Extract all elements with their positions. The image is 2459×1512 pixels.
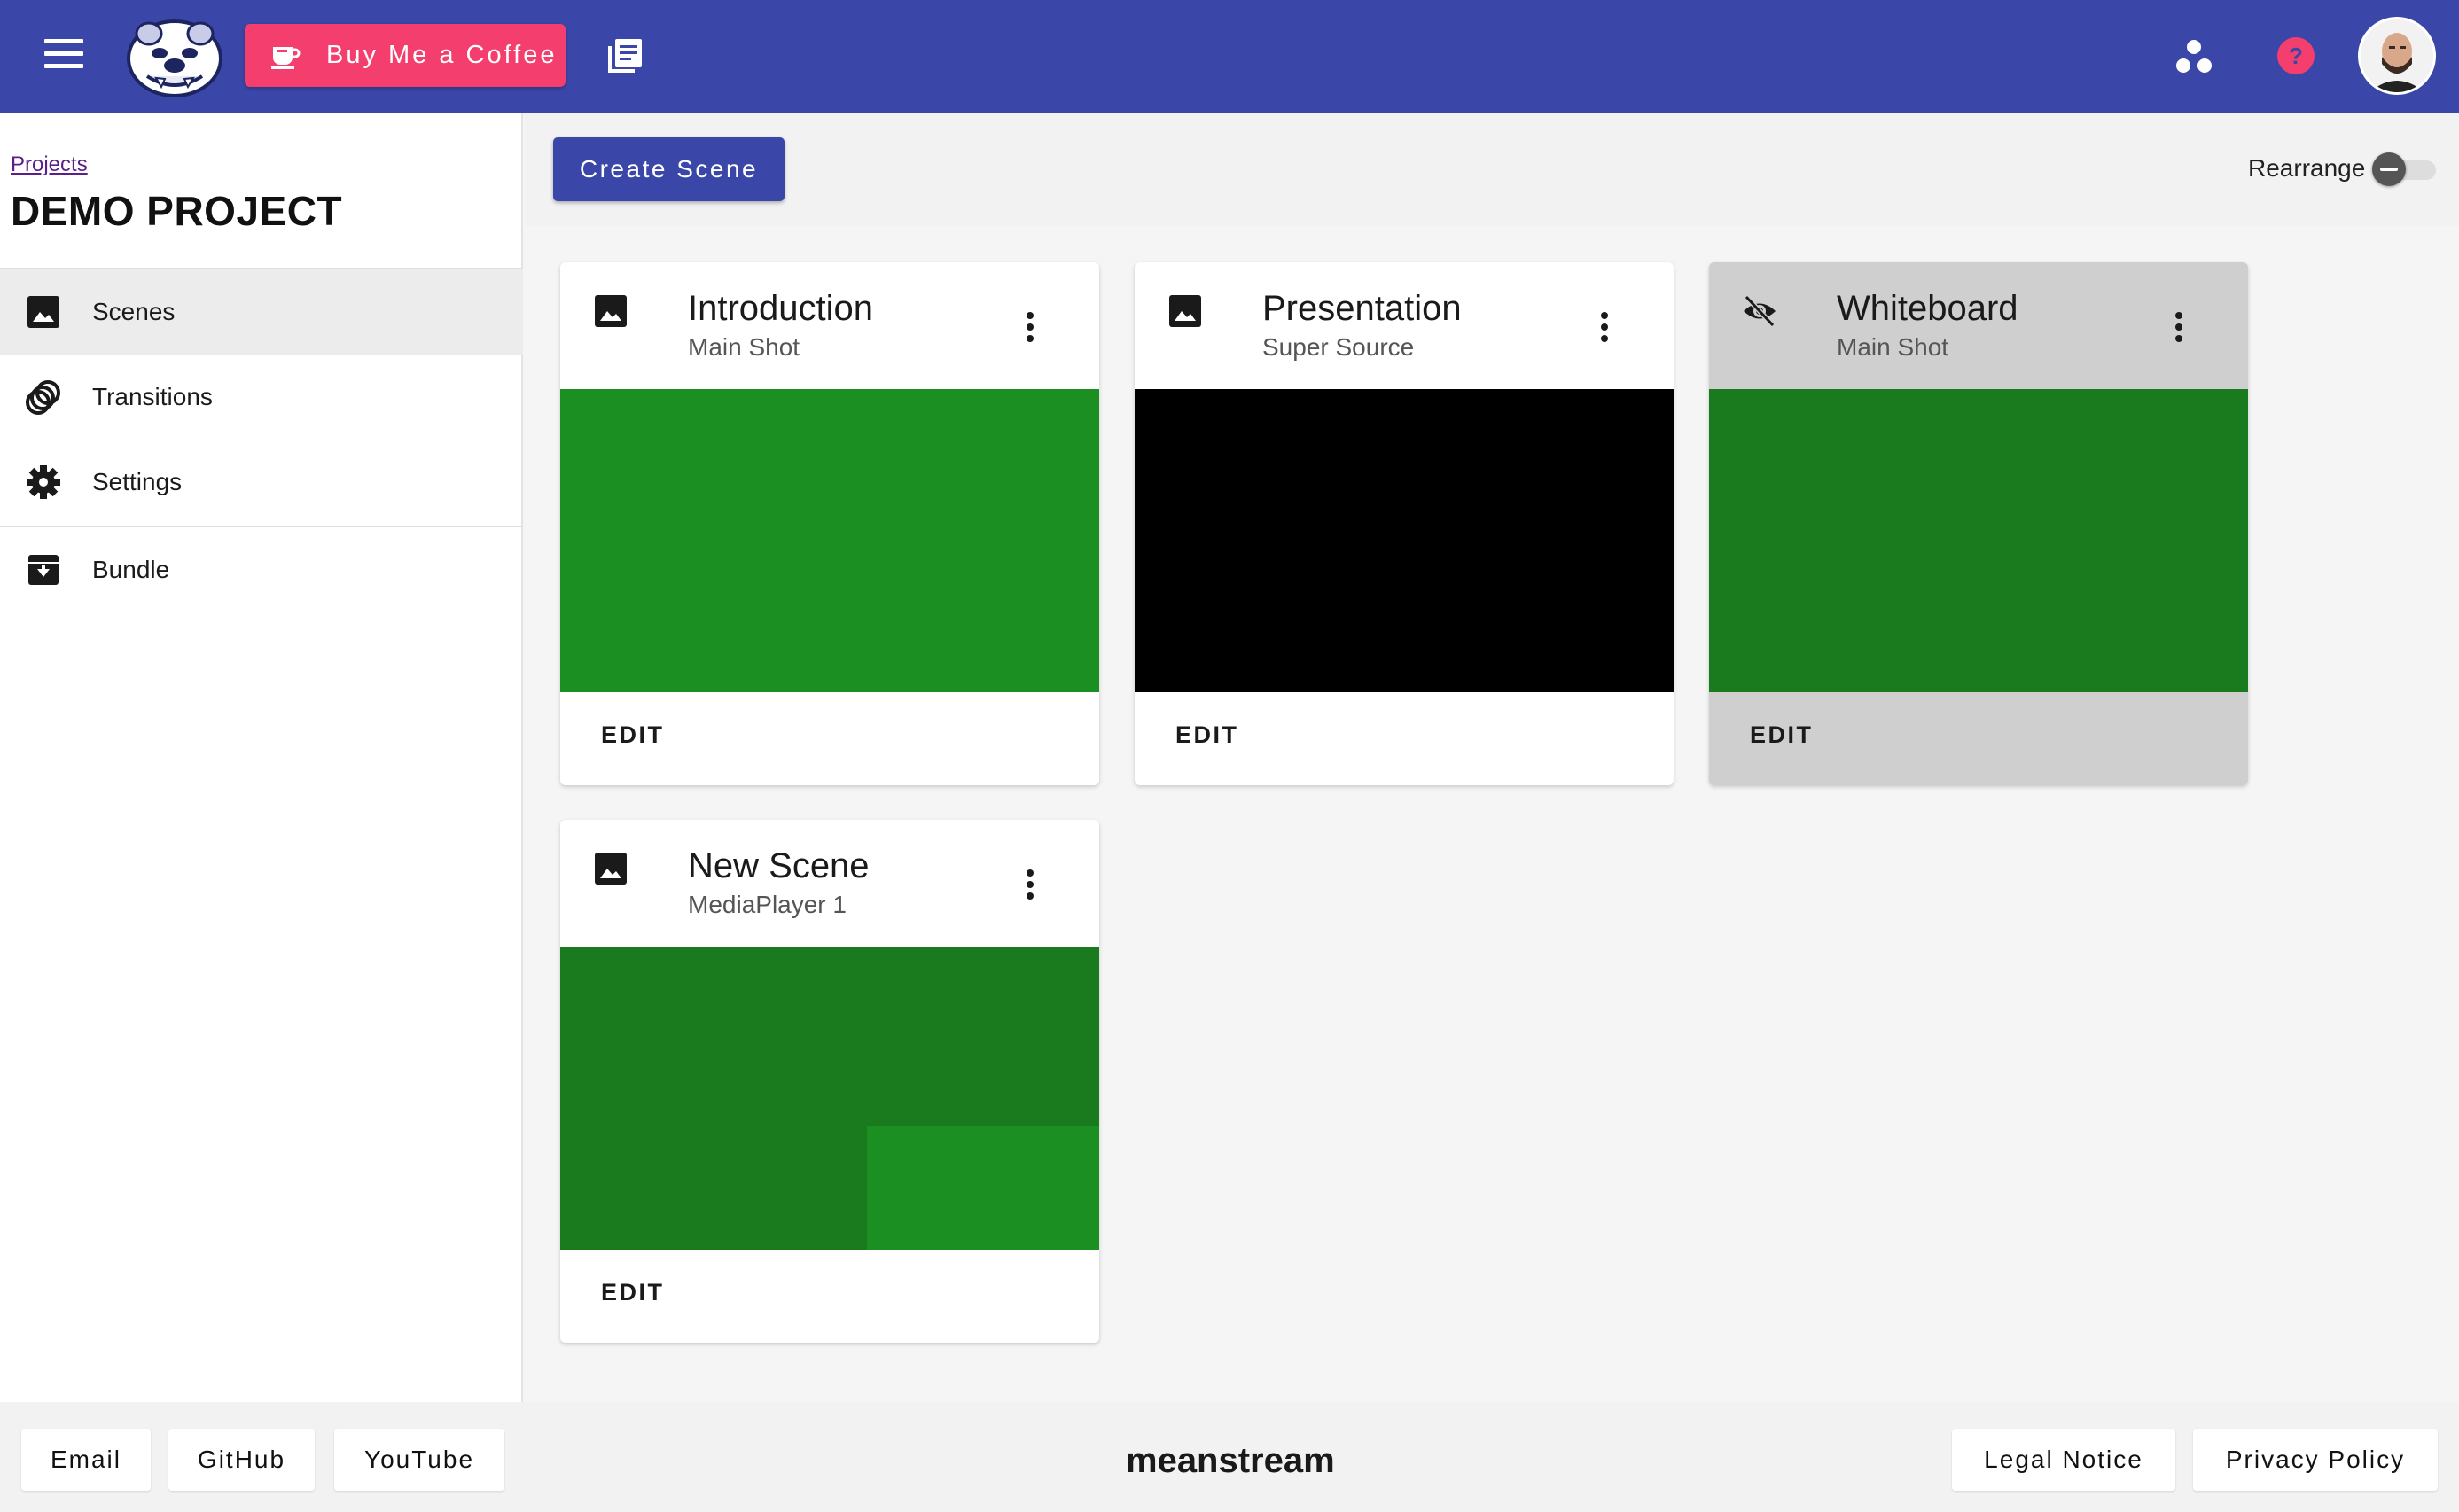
edit-button[interactable]: EDIT (585, 1272, 681, 1313)
create-scene-button[interactable]: Create Scene (553, 137, 785, 201)
image-icon (1169, 295, 1201, 327)
scene-card-new-scene: New Scene MediaPlayer 1 EDIT (560, 820, 1099, 1343)
image-icon (595, 853, 627, 885)
more-vert-icon[interactable] (1021, 869, 1039, 905)
transitions-icon (26, 380, 60, 415)
scene-title: New Scene (688, 846, 870, 885)
footer-brand: meanstream (1126, 1441, 1335, 1480)
top-app-bar: Buy Me a Coffee ? (0, 0, 2459, 113)
sidebar-item-settings[interactable]: Settings (0, 440, 523, 525)
archive-icon (28, 555, 59, 585)
coffee-cup-icon (271, 46, 301, 69)
rearrange-toggle[interactable] (2372, 152, 2436, 186)
youtube-button[interactable]: YouTube (334, 1429, 504, 1491)
preview-inset (867, 1126, 1099, 1250)
user-avatar[interactable] (2358, 17, 2436, 95)
scene-card-whiteboard: Whiteboard Main Shot EDIT (1709, 262, 2248, 785)
more-vert-icon[interactable] (2170, 312, 2188, 347)
sidebar-item-label: Scenes (92, 298, 176, 325)
scene-preview[interactable] (560, 389, 1099, 692)
bulldog-logo[interactable] (122, 12, 227, 99)
email-button[interactable]: Email (21, 1429, 151, 1491)
github-button[interactable]: GitHub (168, 1429, 315, 1491)
scene-subtitle: Main Shot (688, 333, 800, 361)
scene-subtitle: Main Shot (1837, 333, 1949, 361)
scene-subtitle: Super Source (1262, 333, 1415, 361)
more-vert-icon[interactable] (1021, 312, 1039, 347)
sidebar-item-label: Bundle (92, 556, 170, 583)
scene-preview[interactable] (560, 947, 1099, 1250)
edit-button[interactable]: EDIT (1734, 714, 1830, 756)
footer: Email GitHub YouTube meanstream Legal No… (0, 1402, 2459, 1512)
scene-title: Whiteboard (1837, 289, 2018, 328)
documentation-icon[interactable] (603, 35, 645, 78)
more-vert-icon[interactable] (1596, 312, 1613, 347)
coffee-button-label: Buy Me a Coffee (326, 41, 558, 69)
scene-card-presentation: Presentation Super Source EDIT (1135, 262, 1674, 785)
gear-icon (27, 465, 60, 499)
legal-notice-button[interactable]: Legal Notice (1952, 1429, 2175, 1491)
visibility-off-icon (1744, 294, 1776, 328)
scene-card-introduction: Introduction Main Shot EDIT (560, 262, 1099, 785)
privacy-policy-button[interactable]: Privacy Policy (2193, 1429, 2438, 1491)
scene-title: Presentation (1262, 289, 1462, 328)
hamburger-menu-icon[interactable] (44, 39, 83, 73)
sidebar-item-label: Settings (92, 468, 183, 495)
workspaces-icon[interactable] (2172, 35, 2216, 80)
main-toolbar (525, 113, 2459, 226)
scene-preview[interactable] (1709, 389, 2248, 692)
project-title: DEMO PROJECT (11, 188, 343, 234)
scene-subtitle: MediaPlayer 1 (688, 891, 847, 918)
sidebar-item-bundle[interactable]: Bundle (0, 527, 523, 612)
svg-text:?: ? (2289, 43, 2303, 69)
sidebar-item-transitions[interactable]: Transitions (0, 355, 523, 440)
scene-title: Introduction (688, 289, 874, 328)
sidebar-item-label: Transitions (92, 383, 213, 410)
sidebar-item-scenes[interactable]: Scenes (0, 269, 523, 355)
image-icon (595, 295, 627, 327)
buy-me-a-coffee-button[interactable]: Buy Me a Coffee (245, 24, 566, 87)
breadcrumb-projects-link[interactable]: Projects (11, 152, 88, 177)
edit-button[interactable]: EDIT (585, 714, 681, 756)
sidebar: Projects DEMO PROJECT Scenes Transitions (0, 113, 523, 1402)
edit-button[interactable]: EDIT (1159, 714, 1255, 756)
help-icon[interactable]: ? (2275, 35, 2317, 77)
scene-preview[interactable] (1135, 389, 1674, 692)
rearrange-label: Rearrange (2248, 154, 2366, 182)
image-icon (27, 296, 59, 328)
